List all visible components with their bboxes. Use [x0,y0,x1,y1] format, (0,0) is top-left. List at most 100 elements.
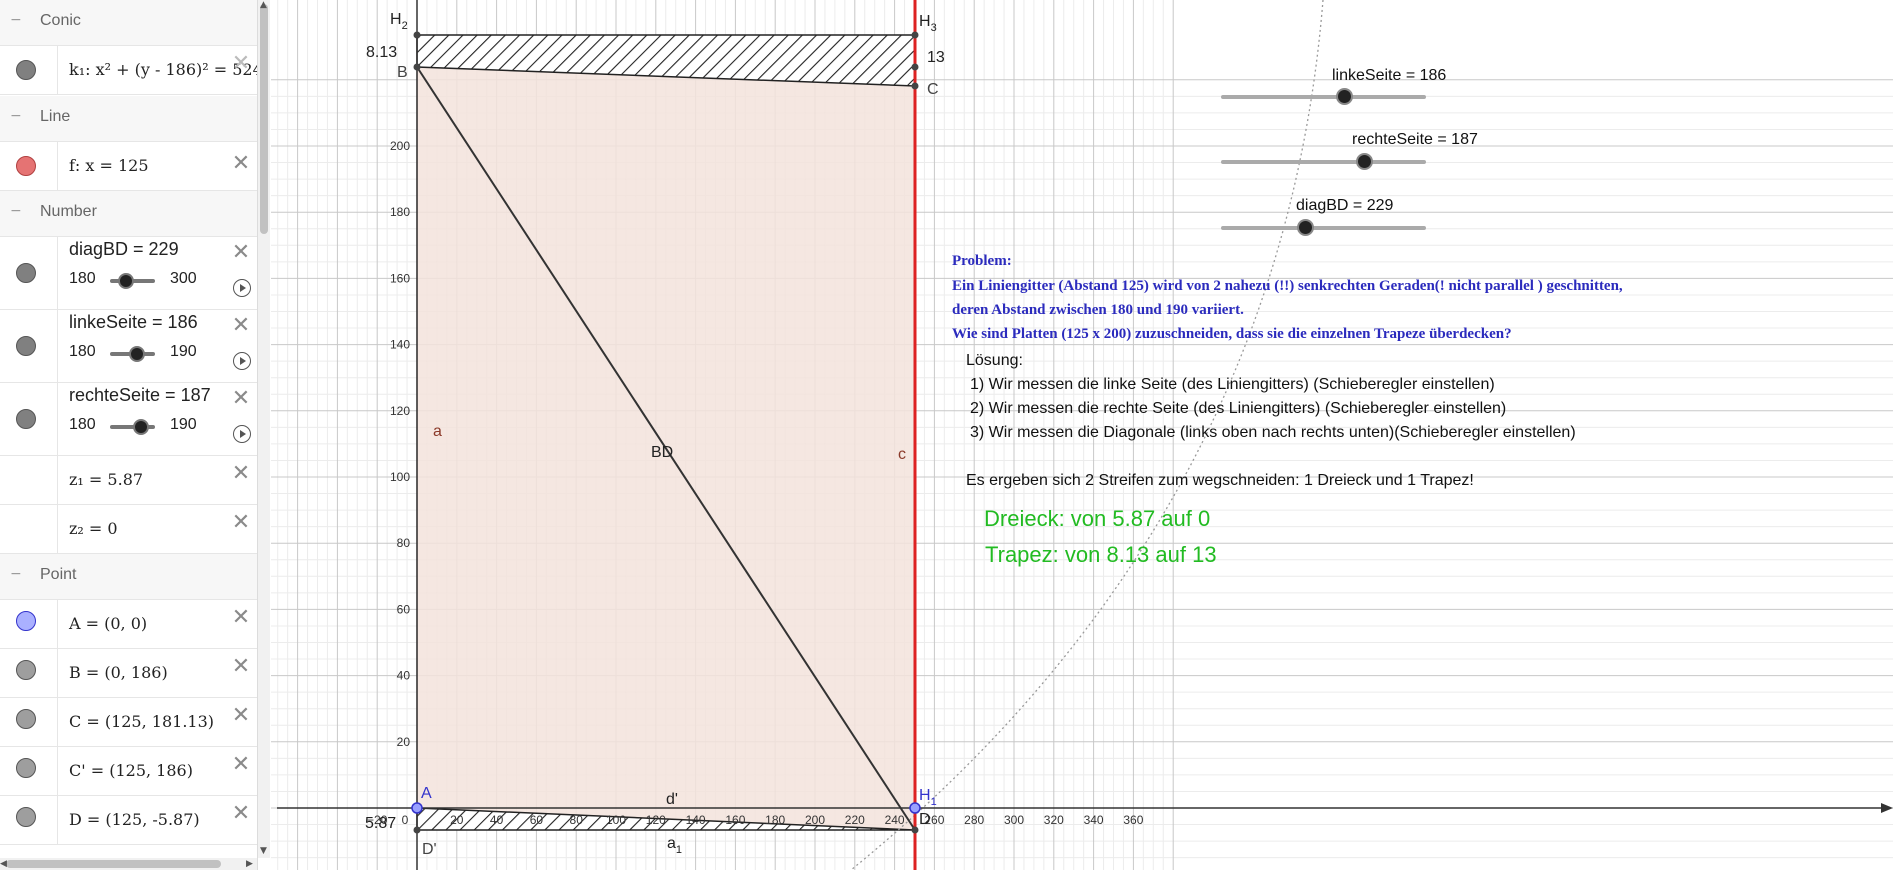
play-icon[interactable] [233,279,251,297]
rectangle-fill[interactable] [417,35,915,830]
visibility-toggle-icon[interactable] [16,60,36,80]
slider-expression[interactable]: diagBD = 229 [69,239,179,260]
vertical-scrollbar[interactable]: ▲ ▼ [258,0,270,858]
algebra-item-k1[interactable]: k₁: x² + (y - 186)² = 524 ✕ [0,46,257,95]
delete-icon[interactable]: ✕ [231,705,251,727]
algebra-item-rechteSeite[interactable]: rechteSeite = 187 180 190 ✕ [0,383,257,456]
point-expression[interactable]: B = (0, 186) [69,663,168,682]
delete-icon[interactable]: ✕ [231,656,251,678]
category-line[interactable]: − Line [0,96,257,142]
collapse-icon[interactable]: − [10,204,22,218]
point-Cprime[interactable] [911,63,919,71]
marker-column [0,237,58,309]
label-a1: a1 [667,835,682,856]
algebra-item-D[interactable]: D = (125, -5.87) ✕ [0,796,257,845]
y-tick-label: 180 [390,205,410,219]
slider-track[interactable] [1221,160,1426,164]
algebra-item-B[interactable]: B = (0, 186) ✕ [0,649,257,698]
category-point[interactable]: − Point [0,554,257,600]
visibility-toggle-icon[interactable] [16,660,36,680]
slider-knob[interactable] [1297,219,1314,236]
point-Dprime[interactable] [413,826,421,834]
scroll-right-icon[interactable]: ▶ [246,859,253,869]
point-D[interactable] [911,826,919,834]
collapse-icon[interactable]: − [10,13,22,27]
slider-knob[interactable] [129,346,145,362]
marker-column [0,142,58,190]
algebra-item-Cprime[interactable]: C' = (125, 186) ✕ [0,747,257,796]
slider-knob[interactable] [133,419,149,435]
scrollbar-thumb[interactable] [6,860,221,868]
scroll-up-icon[interactable]: ▲ [260,0,267,10]
visibility-toggle-icon[interactable] [16,709,36,729]
algebra-item-linkeSeite[interactable]: linkeSeite = 186 180 190 ✕ [0,310,257,383]
slider-expression[interactable]: rechteSeite = 187 [69,385,211,406]
point-H3[interactable] [911,31,919,39]
delete-icon[interactable]: ✕ [231,754,251,776]
graphics-view[interactable]: −20 0 20 40 60 80 100 120 140 160 180 200 220 240 260 2… [271,0,1893,870]
point-expression[interactable]: A = (0, 0) [69,614,147,633]
slider-knob[interactable] [118,273,134,289]
slider-track[interactable] [1221,95,1426,99]
delete-icon[interactable]: ✕ [231,803,251,825]
visibility-toggle-icon[interactable] [16,156,36,176]
category-number[interactable]: − Number [0,191,257,237]
conic-expression[interactable]: k₁: x² + (y - 186)² = 524 [69,60,257,79]
problem-line: deren Abstand zwischen 180 und 190 varii… [952,302,1244,318]
algebra-item-C[interactable]: C = (125, 181.13) ✕ [0,698,257,747]
category-conic[interactable]: − Conic [0,0,257,46]
scroll-down-icon[interactable]: ▼ [260,846,267,856]
delete-icon[interactable]: ✕ [231,388,251,410]
delete-icon[interactable]: ✕ [231,53,251,75]
visibility-toggle-icon[interactable] [16,758,36,778]
marker-column [0,383,58,455]
scroll-left-icon[interactable]: ◀ [0,859,7,869]
delete-icon[interactable]: ✕ [231,512,251,534]
collapse-icon[interactable]: − [10,109,22,123]
line-expression[interactable]: f: x = 125 [69,156,149,175]
visibility-toggle-icon[interactable] [16,807,36,827]
label-C: C [927,81,939,98]
scrollbar-thumb[interactable] [260,4,268,234]
x-tick-label: 320 [1044,813,1064,827]
result-dreieck: Dreieck: von 5.87 auf 0 [984,506,1211,531]
play-icon[interactable] [233,425,251,443]
point-expression[interactable]: C = (125, 181.13) [69,712,214,731]
point-B[interactable] [413,63,421,71]
algebra-item-A[interactable]: A = (0, 0) ✕ [0,600,257,649]
slider-knob[interactable] [1356,153,1373,170]
delete-icon[interactable]: ✕ [231,607,251,629]
label-D: D [919,811,931,828]
play-icon[interactable] [233,352,251,370]
x-tick-label: 20 [450,813,464,827]
delete-icon[interactable]: ✕ [231,242,251,264]
algebra-item-z2[interactable]: z₂ = 0 ✕ [0,505,257,554]
point-A[interactable] [411,802,423,814]
number-expression[interactable]: z₂ = 0 [69,519,118,538]
point-C[interactable] [911,82,919,90]
collapse-icon[interactable]: − [10,567,22,581]
slider-expression[interactable]: linkeSeite = 186 [69,312,198,333]
algebra-item-f[interactable]: f: x = 125 ✕ [0,142,257,191]
point-expression[interactable]: D = (125, -5.87) [69,810,200,829]
x-tick-label: 200 [805,813,825,827]
slider-max: 190 [170,416,197,433]
delete-icon[interactable]: ✕ [231,315,251,337]
point-expression[interactable]: C' = (125, 186) [69,761,193,780]
horizontal-scrollbar[interactable]: ◀ ▶ [0,858,257,870]
slider-track[interactable] [1221,226,1426,230]
slider-knob[interactable] [1336,88,1353,105]
visibility-toggle-icon[interactable] [16,611,36,631]
algebra-item-z1[interactable]: z₁ = 5.87 ✕ [0,456,257,505]
marker-column [0,46,58,94]
number-expression[interactable]: z₁ = 5.87 [69,470,143,489]
algebra-item-diagBD[interactable]: diagBD = 229 180 300 ✕ [0,237,257,310]
delete-icon[interactable]: ✕ [231,463,251,485]
point-H2[interactable] [413,31,421,39]
delete-icon[interactable]: ✕ [231,153,251,175]
visibility-toggle-icon[interactable] [16,263,36,283]
visibility-toggle-icon[interactable] [16,336,36,356]
visibility-toggle-icon[interactable] [16,409,36,429]
slider-max: 190 [170,343,197,360]
solution-summary: Es ergeben sich 2 Streifen zum wegschnei… [966,472,1474,489]
